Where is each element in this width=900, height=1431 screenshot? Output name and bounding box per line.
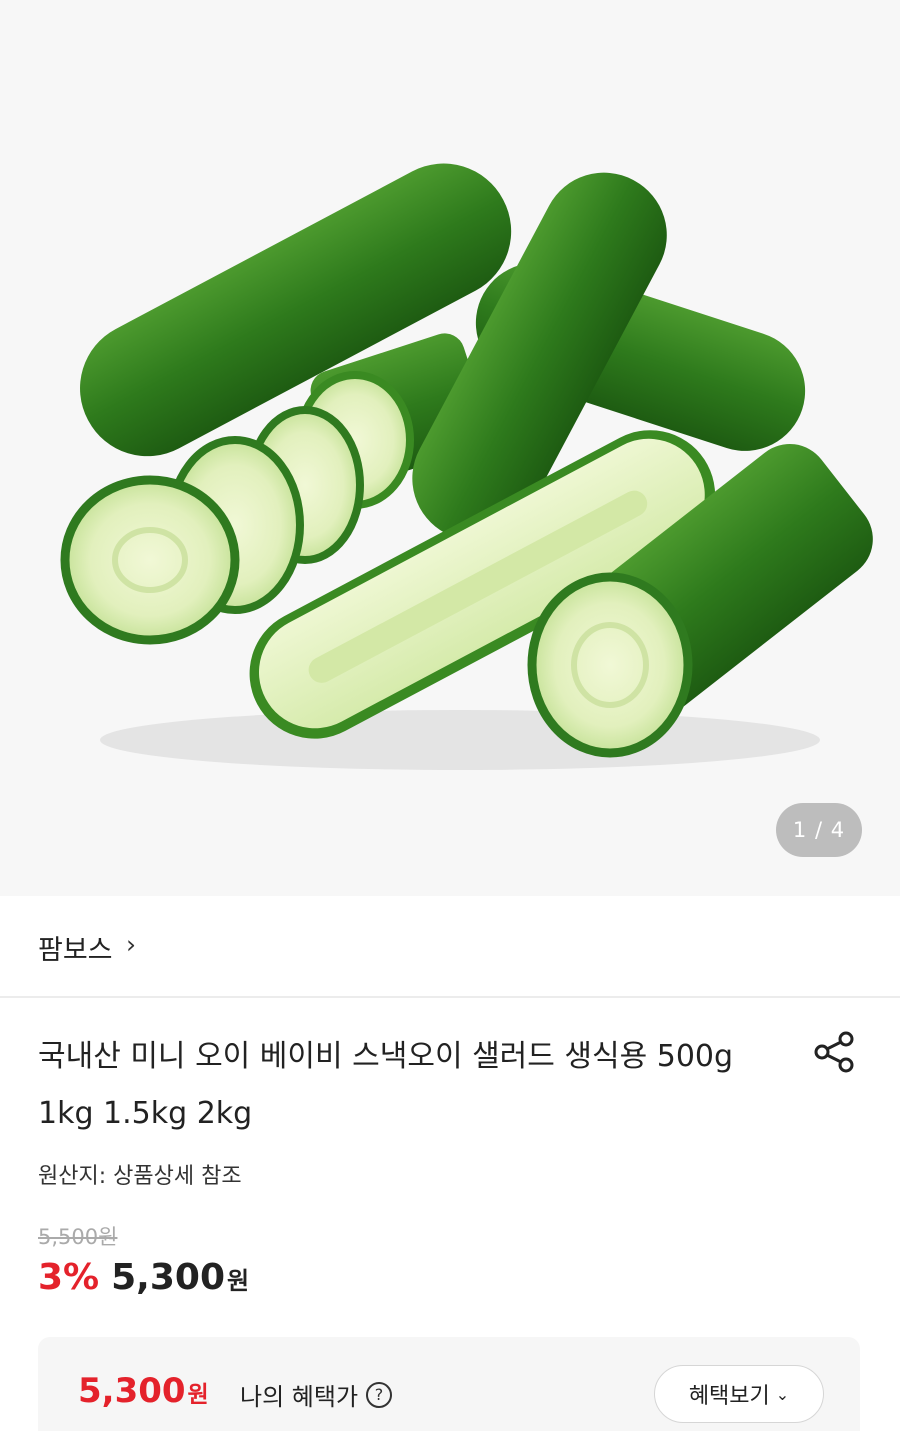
currency-unit: 원 — [227, 1267, 250, 1295]
product-photo-cucumbers — [60, 163, 873, 770]
origin-info: 원산지: 상품상세 참조 — [38, 1164, 242, 1189]
benefit-label-text: 나의 혜택가 — [240, 1383, 359, 1411]
original-price: 5,500원 — [38, 1225, 118, 1249]
product-title: 국내산 미니 오이 베이비 스낵오이 샐러드 생식용 500g 1kg 1.5k… — [38, 1039, 734, 1131]
benefit-label: 나의 혜택가 ? — [240, 1377, 393, 1412]
share-button[interactable] — [810, 1028, 858, 1076]
share-icon — [814, 1031, 854, 1073]
benefit-price-value: 5,300 — [78, 1371, 186, 1411]
benefit-currency-unit: 원 — [187, 1382, 209, 1408]
discount-rate: 3% — [38, 1257, 100, 1298]
benefit-price: 5,300 원 — [78, 1371, 209, 1411]
view-benefits-label: 혜택보기 — [688, 1384, 770, 1409]
sale-price: 5,300 — [111, 1257, 225, 1298]
view-benefits-button[interactable]: 혜택보기 ⌄ — [654, 1365, 824, 1423]
benefit-price-box: 5,300 원 나의 혜택가 ? 혜택보기 ⌄ — [38, 1337, 860, 1431]
chevron-down-icon: ⌄ — [775, 1384, 790, 1404]
chevron-right-icon: › — [126, 930, 136, 959]
price-row: 3% 5,300 원 — [38, 1257, 249, 1298]
store-link[interactable]: 팜보스 › — [0, 896, 900, 998]
store-name: 팜보스 — [38, 935, 113, 966]
image-counter: 1 / 4 — [776, 803, 862, 857]
help-circle-icon[interactable]: ? — [366, 1381, 393, 1408]
product-image-gallery[interactable]: 1 / 4 — [0, 0, 900, 896]
